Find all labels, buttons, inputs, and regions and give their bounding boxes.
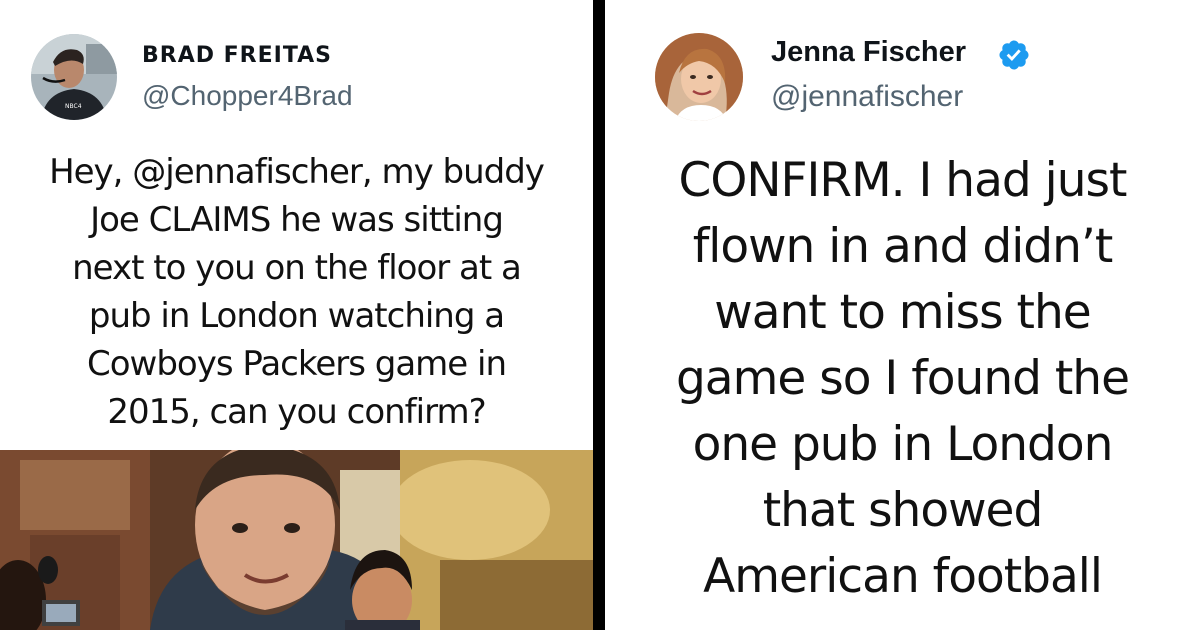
tweet-text: Hey, @jennafischer, my buddy Joe CLAIMS …	[49, 152, 545, 432]
author-name[interactable]: Jenna Fischer	[771, 36, 966, 69]
avatar-photo: NBC4	[31, 34, 117, 120]
author-avatar[interactable]: NBC4	[31, 34, 117, 120]
tweet-card-jenna: Jenna Fischer @jennafischer CONFIRM. I h…	[605, 0, 1200, 630]
author-handle[interactable]: @jennafischer	[771, 80, 963, 114]
author-avatar[interactable]	[655, 33, 743, 121]
author-name[interactable]: BRAD FREITAS	[142, 43, 332, 68]
verified-badge-icon	[999, 40, 1029, 70]
author-handle[interactable]: @Chopper4Brad	[142, 80, 353, 112]
tweet-card-brad: NBC4 BRAD FREITAS @Chopper4Brad Hey, @je…	[0, 0, 593, 630]
panel-divider	[593, 0, 605, 630]
avatar-photo	[655, 33, 743, 121]
svg-text:NBC4: NBC4	[65, 103, 82, 110]
tweet-text: CONFIRM. I had just flown in and didn’t …	[675, 153, 1130, 604]
pub-photo	[0, 450, 593, 630]
